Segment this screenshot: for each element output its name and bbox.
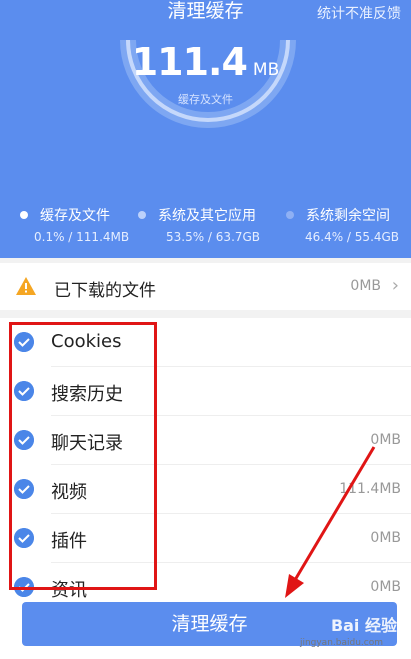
item-label: Cookies xyxy=(51,331,122,352)
watermark-logo: Bai 经验 xyxy=(330,616,397,635)
dot-icon xyxy=(286,211,294,219)
storage-legend: 缓存及文件 系统及其它应用 系统剩余空间 xyxy=(0,205,411,225)
stat-system: 53.5% / 63.7GB xyxy=(166,230,261,244)
feedback-link[interactable]: 统计不准反馈 xyxy=(317,3,401,23)
legend-label: 系统剩余空间 xyxy=(306,208,390,224)
cache-item-list: Cookies 搜索历史 聊天记录 0MB 视频 111.4MB 插件 0MB … xyxy=(0,318,411,598)
item-label: 插件 xyxy=(51,531,87,552)
cache-size-display: 111.4 MB xyxy=(0,40,411,84)
storage-gauge xyxy=(120,39,296,128)
bottom-bar: 清理缓存 Bai 经验 jingyan.baidu.com xyxy=(0,598,411,659)
item-size: 111.4MB xyxy=(339,481,401,497)
list-item-news[interactable]: 资讯 0MB xyxy=(0,563,411,598)
cache-size-unit: MB xyxy=(252,60,280,80)
list-item-plugins[interactable]: 插件 0MB xyxy=(0,514,411,563)
dot-icon xyxy=(138,211,146,219)
item-label: 视频 xyxy=(51,482,87,503)
checkbox-checked-icon[interactable] xyxy=(14,332,34,352)
legend-label: 系统及其它应用 xyxy=(158,208,256,224)
dot-icon xyxy=(20,211,28,219)
checkbox-checked-icon[interactable] xyxy=(14,528,34,548)
cache-size-value: 111.4 xyxy=(131,40,248,84)
chevron-right-icon: › xyxy=(391,275,399,296)
checkbox-checked-icon[interactable] xyxy=(14,479,34,499)
list-item-video[interactable]: 视频 111.4MB xyxy=(0,465,411,514)
list-item-chat-history[interactable]: 聊天记录 0MB xyxy=(0,416,411,465)
list-item-search-history[interactable]: 搜索历史 xyxy=(0,367,411,416)
downloaded-files-size: 0MB xyxy=(350,278,381,294)
legend-item-free: 系统剩余空间 xyxy=(286,205,390,225)
stat-free: 46.4% / 55.4GB xyxy=(305,230,400,244)
item-size: 0MB xyxy=(370,530,401,546)
stat-cache: 0.1% / 111.4MB xyxy=(34,230,130,244)
item-size: 0MB xyxy=(370,579,401,595)
checkbox-checked-icon[interactable] xyxy=(14,381,34,401)
item-size: 0MB xyxy=(370,432,401,448)
legend-label: 缓存及文件 xyxy=(40,208,110,224)
warning-icon xyxy=(16,277,36,295)
cache-size-sublabel: 缓存及文件 xyxy=(178,93,233,106)
item-label: 资讯 xyxy=(51,580,87,598)
header-panel: 清理缓存 统计不准反馈 111.4 MB 缓存及文件 缓存及文件 系统及其它应用 … xyxy=(0,0,411,258)
downloaded-files-row[interactable]: 已下载的文件 0MB › xyxy=(0,263,411,310)
item-label: 聊天记录 xyxy=(51,433,123,454)
downloaded-files-label: 已下载的文件 xyxy=(54,281,156,301)
checkbox-checked-icon[interactable] xyxy=(14,430,34,450)
legend-item-cache: 缓存及文件 xyxy=(20,205,110,225)
watermark-url: jingyan.baidu.com xyxy=(299,638,383,648)
item-label: 搜索历史 xyxy=(51,384,123,405)
checkbox-checked-icon[interactable] xyxy=(14,577,34,597)
list-item-cookies[interactable]: Cookies xyxy=(0,318,411,367)
legend-item-system: 系统及其它应用 xyxy=(138,205,256,225)
